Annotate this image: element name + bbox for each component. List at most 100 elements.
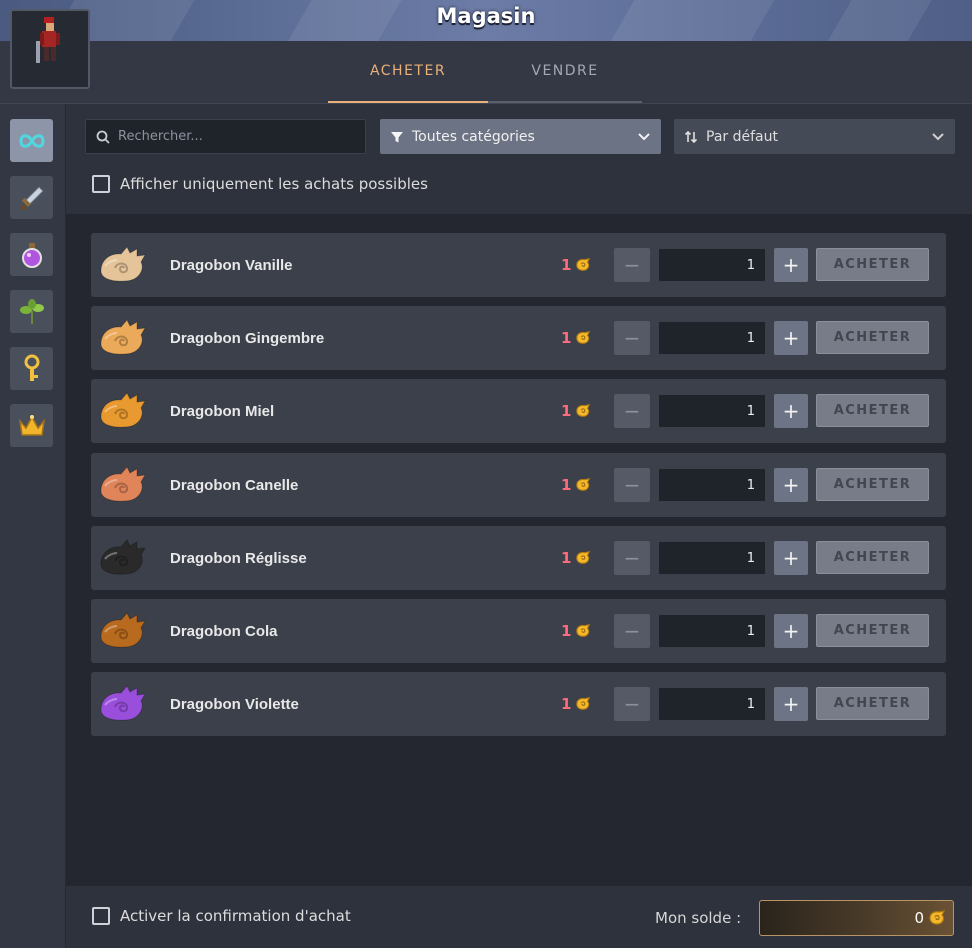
balance-label: Mon solde : [655,909,742,927]
item-row: Dragobon Canelle 1 − + ACHETER [91,453,946,517]
minus-icon: − [623,399,641,423]
category-weapons-button[interactable] [10,176,53,219]
buy-button[interactable]: ACHETER [816,321,929,354]
item-price: 1 [561,599,592,663]
category-plants-button[interactable] [10,290,53,333]
buy-button[interactable]: ACHETER [816,541,929,574]
only-affordable-checkbox[interactable] [92,175,110,193]
category-all-button[interactable] [10,119,53,162]
sword-icon [20,185,44,210]
decrease-quantity-button[interactable]: − [614,687,650,721]
dragobon-icon [100,612,146,648]
tab-acheter[interactable]: ACHETER [328,41,488,103]
chevron-down-icon [638,132,650,140]
increase-quantity-button[interactable]: + [774,614,808,648]
character-sprite [36,17,60,63]
decrease-quantity-button[interactable]: − [614,614,650,648]
item-price-value: 1 [561,622,572,640]
key-icon [24,354,39,381]
plus-icon: + [782,253,800,277]
item-price-value: 1 [561,329,572,347]
category-keys-button[interactable] [10,347,53,390]
category-premium-button[interactable] [10,404,53,447]
quantity-input[interactable] [658,541,766,575]
decrease-quantity-button[interactable]: − [614,541,650,575]
confirm-purchase-row[interactable]: Activer la confirmation d'achat [92,907,351,925]
sort-dropdown-label: Par défaut [706,128,778,145]
plus-icon: + [782,326,800,350]
plant-icon [19,298,44,324]
only-affordable-row[interactable]: Afficher uniquement les achats possibles [92,175,428,193]
item-row: Dragobon Vanille 1 − + ACHETER [91,233,946,297]
quantity-input[interactable] [658,394,766,428]
item-row: Dragobon Violette 1 − + ACHETER [91,672,946,736]
buy-button[interactable]: ACHETER [816,687,929,720]
item-row: Dragobon Cola 1 − + ACHETER [91,599,946,663]
item-price-value: 1 [561,256,572,274]
increase-quantity-button[interactable]: + [774,394,808,428]
quantity-input[interactable] [658,248,766,282]
item-row: Dragobon Gingembre 1 − + ACHETER [91,306,946,370]
coin-icon [929,910,946,925]
buy-button[interactable]: ACHETER [816,248,929,281]
quantity-input[interactable] [658,614,766,648]
item-row: Dragobon Miel 1 − + ACHETER [91,379,946,443]
increase-quantity-button[interactable]: + [774,541,808,575]
coin-icon [576,478,591,491]
coin-icon [576,258,591,271]
category-dropdown[interactable]: Toutes catégories [380,119,661,154]
quantity-input[interactable] [658,687,766,721]
coin-icon [576,404,591,417]
search-box[interactable] [85,119,366,154]
item-price: 1 [561,233,592,297]
item-name: Dragobon Réglisse [170,549,307,567]
filter-icon [391,131,403,142]
balance-display: 0 [759,900,954,936]
search-icon [96,130,110,144]
confirm-purchase-label: Activer la confirmation d'achat [120,907,351,925]
search-input[interactable] [118,129,348,144]
buy-button[interactable]: ACHETER [816,614,929,647]
item-price-value: 1 [561,549,572,567]
minus-icon: − [623,692,641,716]
avatar [10,9,90,89]
buy-button[interactable]: ACHETER [816,394,929,427]
plus-icon: + [782,619,800,643]
minus-icon: − [623,473,641,497]
increase-quantity-button[interactable]: + [774,321,808,355]
plus-icon: + [782,692,800,716]
potion-icon [21,242,42,268]
quantity-input[interactable] [658,468,766,502]
quantity-input[interactable] [658,321,766,355]
dragobon-icon [100,319,146,355]
increase-quantity-button[interactable]: + [774,468,808,502]
item-price: 1 [561,526,592,590]
decrease-quantity-button[interactable]: − [614,394,650,428]
decrease-quantity-button[interactable]: − [614,321,650,355]
category-potions-button[interactable] [10,233,53,276]
item-price-value: 1 [561,476,572,494]
decrease-quantity-button[interactable]: − [614,248,650,282]
plus-icon: + [782,546,800,570]
sort-dropdown[interactable]: Par défaut [674,119,955,154]
plus-icon: + [782,399,800,423]
buy-button[interactable]: ACHETER [816,468,929,501]
minus-icon: − [623,253,641,277]
decrease-quantity-button[interactable]: − [614,468,650,502]
increase-quantity-button[interactable]: + [774,248,808,282]
category-dropdown-label: Toutes catégories [412,128,535,145]
item-price: 1 [561,379,592,443]
window-title: Magasin [436,4,536,28]
item-price: 1 [561,453,592,517]
chevron-down-icon [932,132,944,140]
item-name: Dragobon Vanille [170,256,293,274]
crown-icon [18,414,45,436]
item-row: Dragobon Réglisse 1 − + ACHETER [91,526,946,590]
only-affordable-label: Afficher uniquement les achats possibles [120,175,428,193]
coin-icon [576,331,591,344]
minus-icon: − [623,326,641,350]
increase-quantity-button[interactable]: + [774,687,808,721]
confirm-purchase-checkbox[interactable] [92,907,110,925]
plus-icon: + [782,473,800,497]
tab-vendre[interactable]: VENDRE [488,41,642,103]
